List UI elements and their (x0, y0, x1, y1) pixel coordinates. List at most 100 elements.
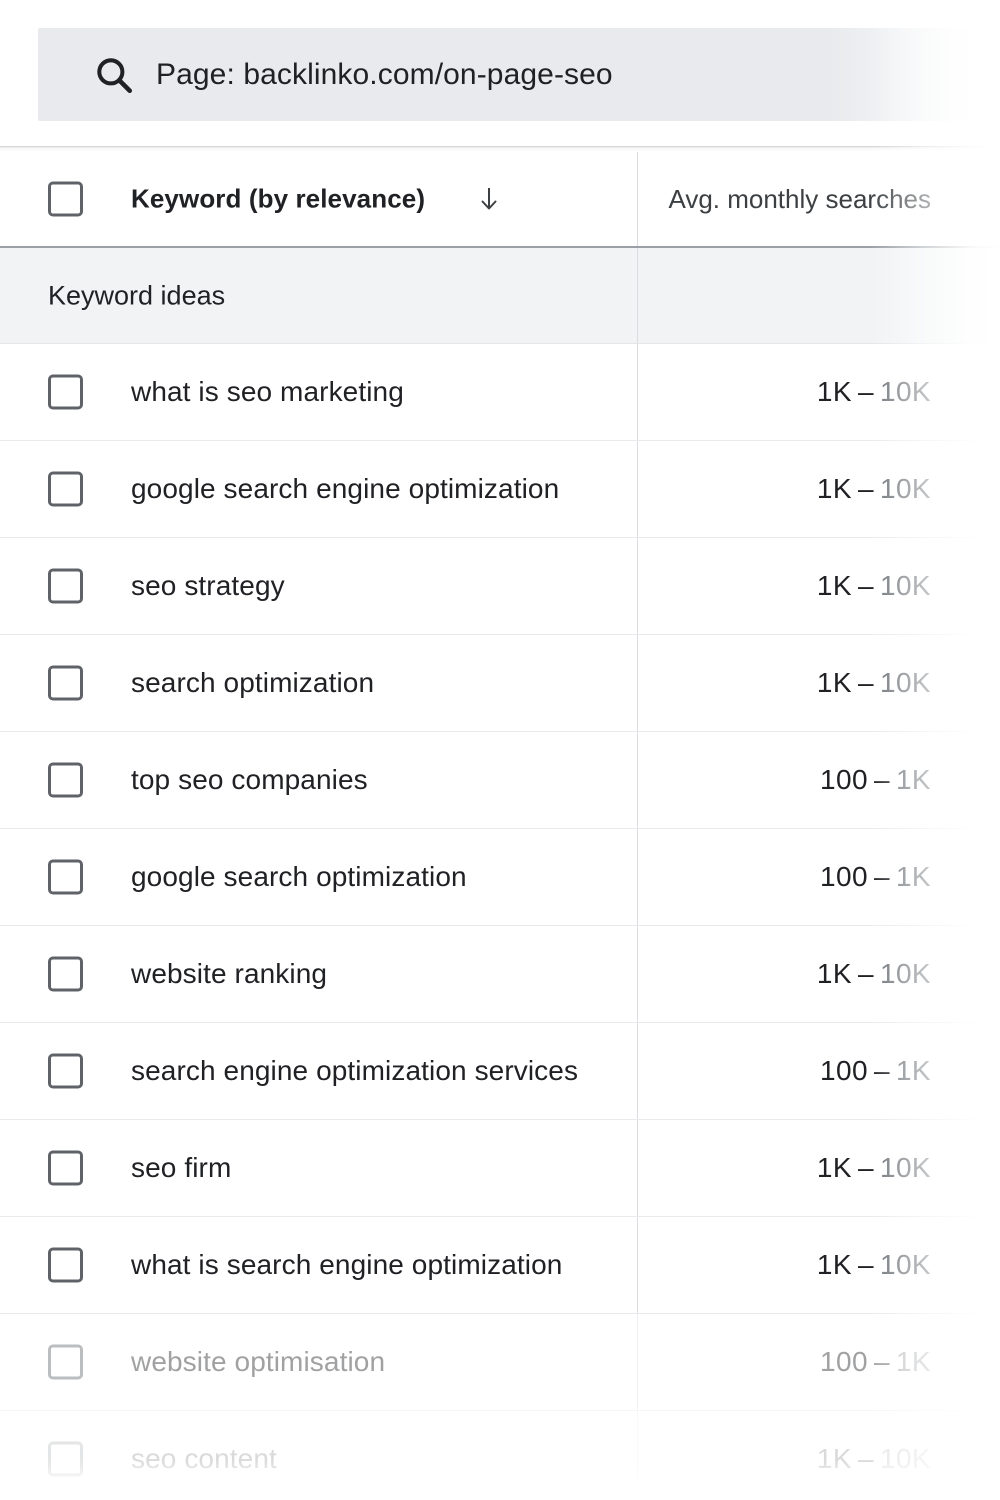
keyword-text[interactable]: search optimization (131, 667, 374, 699)
search-area: Page: backlinko.com/on-page-seo (0, 0, 1000, 152)
keyword-text[interactable]: top seo companies (131, 764, 368, 796)
keyword-text[interactable]: website ranking (131, 958, 327, 990)
table-row[interactable]: top seo companies 100–1K (0, 732, 1000, 829)
volume-range: 1K –10K (817, 1443, 931, 1475)
cell-volume: 1K –10K (637, 635, 1000, 731)
volume-high: 10K (879, 667, 931, 698)
cell-keyword: website ranking (0, 926, 637, 1022)
volume-high: 10K (879, 1152, 931, 1183)
table-row[interactable]: seo content 1K –10K (0, 1411, 1000, 1500)
volume-low: 1K (816, 376, 852, 407)
volume-high: 10K (879, 570, 931, 601)
volume-dash: – (873, 1055, 890, 1086)
search-input[interactable]: Page: backlinko.com/on-page-seo (38, 28, 1000, 121)
volume-low: 1K (816, 1443, 852, 1474)
cell-keyword: google search optimization (0, 829, 637, 925)
column-divider (637, 248, 638, 343)
keyword-text[interactable]: what is search engine optimization (131, 1249, 562, 1281)
table-row[interactable]: website optimisation 100–1K (0, 1314, 1000, 1411)
volume-dash: – (857, 1443, 874, 1474)
row-checkbox[interactable] (48, 665, 83, 701)
volume-range: 1K –10K (817, 958, 931, 990)
select-all-checkbox[interactable] (48, 181, 83, 217)
row-checkbox[interactable] (48, 374, 83, 410)
table-row[interactable]: search engine optimization services 100–… (0, 1023, 1000, 1120)
volume-high: 10K (879, 473, 931, 504)
search-icon (93, 54, 135, 96)
table-row[interactable]: google search optimization 100–1K (0, 829, 1000, 926)
keyword-text[interactable]: seo content (131, 1443, 277, 1475)
volume-low: 1K (816, 1249, 852, 1280)
keyword-text[interactable]: seo firm (131, 1152, 231, 1184)
volume-range: 100–1K (820, 1055, 931, 1087)
keyword-text[interactable]: google search engine optimization (131, 473, 559, 505)
cell-volume: 100–1K (637, 1314, 1000, 1410)
volume-high: 10K (879, 1443, 931, 1474)
volume-range: 1K –10K (817, 570, 931, 602)
header-label-volume[interactable]: Avg. monthly searches (668, 184, 931, 215)
volume-range: 1K –10K (817, 1249, 931, 1281)
cell-keyword: what is seo marketing (0, 344, 637, 440)
row-checkbox[interactable] (48, 956, 83, 992)
arrow-down-icon[interactable] (477, 186, 501, 212)
cell-keyword: google search engine optimization (0, 441, 637, 537)
volume-high: 10K (879, 376, 931, 407)
cell-volume: 100–1K (637, 732, 1000, 828)
row-checkbox[interactable] (48, 471, 83, 507)
row-checkbox[interactable] (48, 1053, 83, 1089)
section-label: Keyword ideas (48, 280, 226, 310)
cell-keyword: seo strategy (0, 538, 637, 634)
cell-volume: 1K –10K (637, 1411, 1000, 1500)
row-checkbox[interactable] (48, 1344, 83, 1380)
volume-low: 100 (820, 861, 868, 892)
table-row[interactable]: seo strategy 1K –10K (0, 538, 1000, 635)
row-checkbox[interactable] (48, 568, 83, 604)
keyword-text[interactable]: what is seo marketing (131, 376, 404, 408)
volume-high: 10K (879, 958, 931, 989)
volume-dash: – (873, 764, 890, 795)
cell-volume: 1K –10K (637, 1120, 1000, 1216)
row-checkbox[interactable] (48, 1150, 83, 1186)
keyword-text[interactable]: website optimisation (131, 1346, 385, 1378)
volume-low: 100 (820, 764, 868, 795)
volume-dash: – (857, 1152, 874, 1183)
row-checkbox[interactable] (48, 1247, 83, 1283)
table-row[interactable]: what is seo marketing 1K –10K (0, 344, 1000, 441)
cell-volume: 100–1K (637, 829, 1000, 925)
cell-keyword: seo content (0, 1411, 637, 1500)
cell-keyword: seo firm (0, 1120, 637, 1216)
cell-volume: 100–1K (637, 1023, 1000, 1119)
row-checkbox[interactable] (48, 1441, 83, 1477)
volume-low: 1K (816, 958, 852, 989)
header-cell-keyword: Keyword (by relevance) (0, 152, 637, 246)
volume-low: 1K (816, 473, 852, 504)
header-label-keyword[interactable]: Keyword (by relevance) (131, 184, 425, 215)
cell-volume: 1K –10K (637, 344, 1000, 440)
volume-dash: – (857, 473, 874, 504)
volume-high: 10K (879, 1249, 931, 1280)
cell-volume: 1K –10K (637, 441, 1000, 537)
volume-low: 100 (820, 1346, 868, 1377)
volume-high: 1K (895, 1346, 931, 1377)
table-row[interactable]: what is search engine optimization 1K –10… (0, 1217, 1000, 1314)
search-input-value[interactable]: Page: backlinko.com/on-page-seo (156, 58, 613, 92)
cell-keyword: top seo companies (0, 732, 637, 828)
row-checkbox[interactable] (48, 762, 83, 798)
row-checkbox[interactable] (48, 859, 83, 895)
table-row[interactable]: google search engine optimization 1K –10K (0, 441, 1000, 538)
table-row[interactable]: website ranking 1K –10K (0, 926, 1000, 1023)
cell-volume: 1K –10K (637, 926, 1000, 1022)
cell-keyword: website optimisation (0, 1314, 637, 1410)
volume-range: 1K –10K (817, 376, 931, 408)
table-row[interactable]: search optimization 1K –10K (0, 635, 1000, 732)
keyword-text[interactable]: google search optimization (131, 861, 467, 893)
volume-dash: – (873, 1346, 890, 1377)
table-row[interactable]: seo firm 1K –10K (0, 1120, 1000, 1217)
section-header-keyword-ideas: Keyword ideas (0, 248, 1000, 344)
volume-range: 100–1K (820, 1346, 931, 1378)
keyword-text[interactable]: seo strategy (131, 570, 285, 602)
keyword-text[interactable]: search engine optimization services (131, 1055, 578, 1087)
volume-high: 1K (895, 861, 931, 892)
keyword-ideas-table: Keyword (by relevance) Avg. monthly sear… (0, 152, 1000, 1500)
table-header-row: Keyword (by relevance) Avg. monthly sear… (0, 152, 1000, 248)
